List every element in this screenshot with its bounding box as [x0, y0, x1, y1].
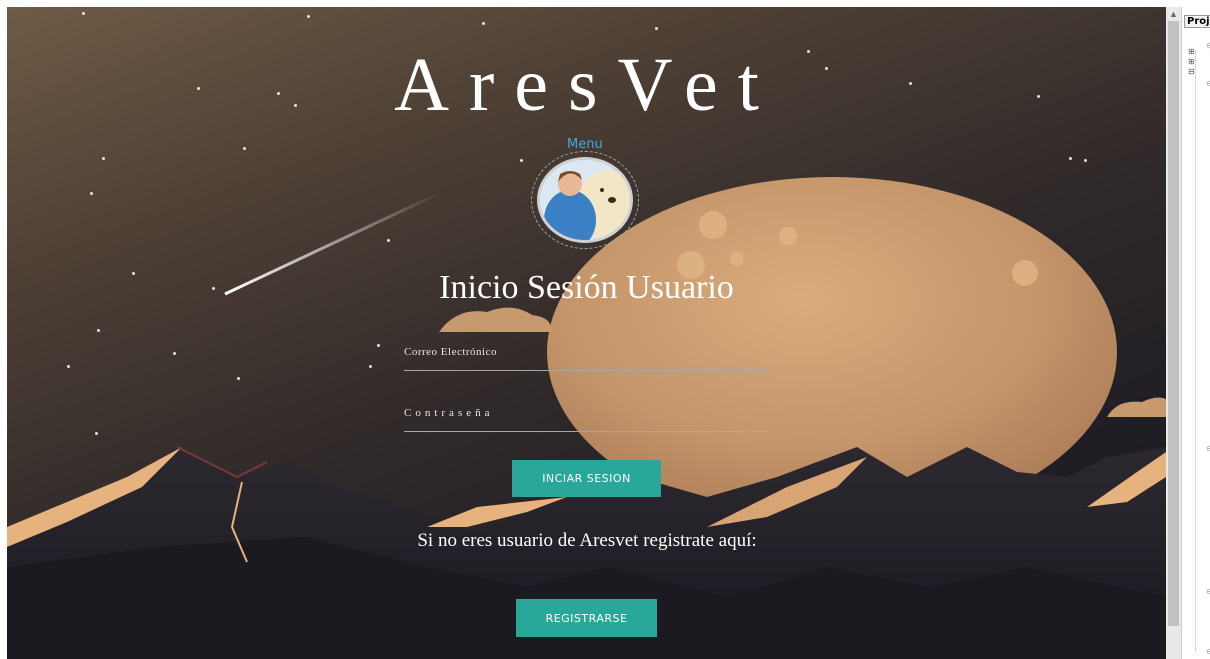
star: [520, 159, 523, 162]
star: [369, 365, 372, 368]
project-panel: Proj ⊞ ⊞ ⊟ ⊖ ⊖ ⊖ ⊖ ⊖: [1181, 7, 1210, 659]
tree-expand-icon[interactable]: ⊞: [1188, 47, 1195, 56]
star: [97, 329, 100, 332]
login-button[interactable]: INCIAR SESION: [512, 460, 661, 497]
star: [67, 365, 70, 368]
login-heading: Inicio Sesión Usuario: [439, 269, 734, 306]
menu-link[interactable]: Menu: [567, 137, 603, 152]
star: [102, 157, 105, 160]
tree-collapse-icon[interactable]: ⊟: [1188, 67, 1195, 76]
star: [1084, 159, 1087, 162]
tree-marker-icon: ⊖: [1206, 647, 1210, 656]
tree-expand-icon[interactable]: ⊞: [1188, 57, 1195, 66]
star: [237, 377, 240, 380]
tree-marker-icon: ⊖: [1206, 444, 1210, 453]
star: [307, 15, 310, 18]
email-field[interactable]: [404, 346, 768, 371]
register-button[interactable]: REGISTRARSE: [516, 599, 657, 637]
tree-marker-icon: ⊖: [1206, 41, 1210, 50]
password-field[interactable]: [404, 407, 768, 432]
login-page: AresVet Menu Inicio Sesión Usuario INCIA…: [7, 7, 1166, 659]
tree-marker-icon: ⊖: [1206, 587, 1210, 596]
vet-avatar-image[interactable]: [537, 157, 633, 243]
star: [1069, 157, 1072, 160]
register-prompt: Si no eres usuario de Aresvet registrate…: [417, 530, 757, 551]
star: [90, 192, 93, 195]
tree-marker-icon: ⊖: [1206, 79, 1210, 88]
star: [387, 239, 390, 242]
scrollbar-thumb[interactable]: [1168, 21, 1179, 626]
star: [173, 352, 176, 355]
tree-guide-line: [1195, 51, 1196, 651]
star: [243, 147, 246, 150]
project-tab[interactable]: Proj: [1184, 15, 1210, 28]
star: [82, 12, 85, 15]
star: [377, 344, 380, 347]
star: [655, 27, 658, 30]
app-title: AresVet: [394, 43, 779, 127]
star: [95, 432, 98, 435]
vertical-scrollbar[interactable]: ▲: [1166, 7, 1181, 659]
star: [482, 22, 485, 25]
scroll-up-arrow-icon[interactable]: ▲: [1166, 7, 1181, 21]
